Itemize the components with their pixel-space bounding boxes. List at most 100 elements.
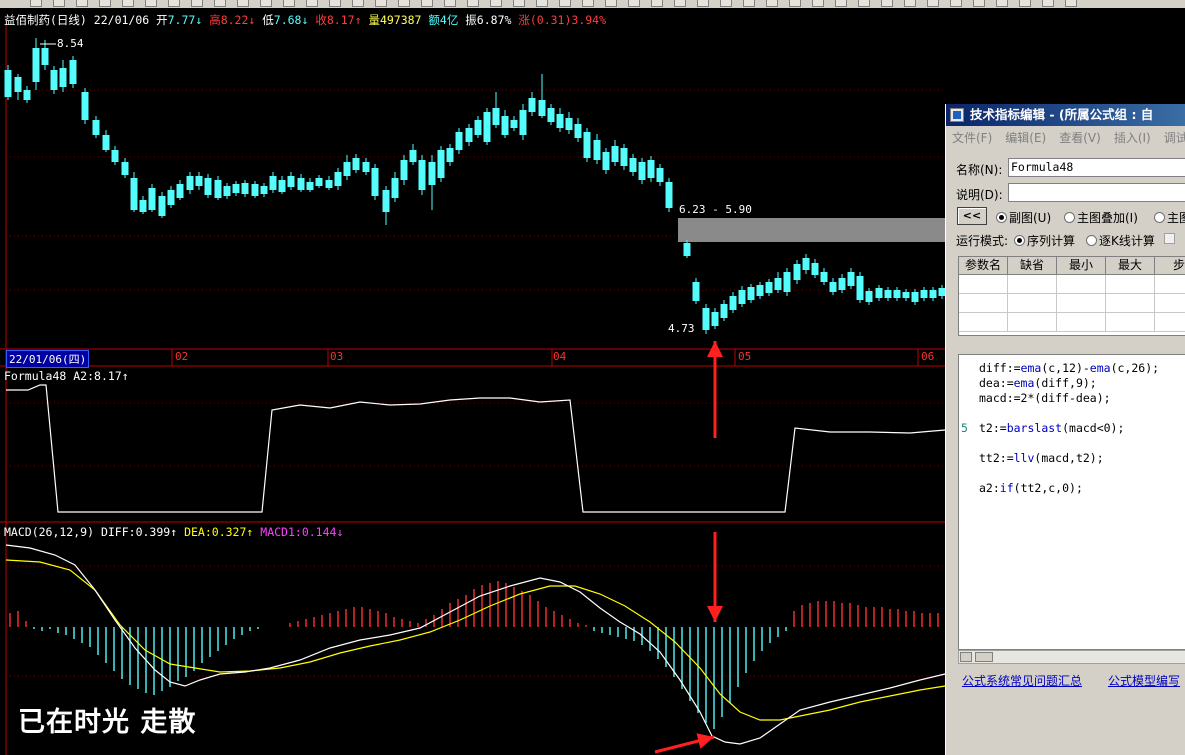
toolbar-button[interactable] (260, 0, 272, 7)
toolbar-button[interactable] (490, 0, 502, 7)
toolbar-button[interactable] (789, 0, 801, 7)
view-option-overlay[interactable]: 主图叠加(I) (1064, 209, 1138, 226)
toolbar-button[interactable] (76, 0, 88, 7)
view-option-subchart[interactable]: 副图(U) (996, 209, 1051, 226)
macd-label: MACD1: (260, 525, 302, 539)
date-tick: 02 (175, 350, 189, 363)
toolbar-button[interactable] (1019, 0, 1031, 7)
candle-body (811, 263, 819, 275)
run-mode-sequence[interactable]: 序列计算 (1014, 232, 1075, 249)
toolbar-button[interactable] (605, 0, 617, 7)
toolbar-button[interactable] (513, 0, 525, 7)
toolbar-button[interactable] (904, 0, 916, 7)
gap-band (678, 218, 945, 242)
run-mode-perbar[interactable]: 逐K线计算 (1086, 232, 1155, 249)
candle-body (583, 132, 591, 158)
toolbar-button[interactable] (352, 0, 364, 7)
candle-body (148, 188, 156, 210)
faq-link[interactable]: 公式系统常见问题汇总 (962, 672, 1082, 689)
current-date-label: 22/01/06(四) (6, 350, 90, 368)
toolbar-button[interactable] (421, 0, 433, 7)
toolbar-button[interactable] (651, 0, 663, 7)
toolbar-button[interactable] (697, 0, 709, 7)
toolbar-button[interactable] (398, 0, 410, 7)
radio-sequence-icon[interactable] (1014, 235, 1025, 246)
toolbar-button[interactable] (812, 0, 824, 7)
amplitude-label: 振 (465, 13, 477, 27)
menu-insert[interactable]: 插入(I) (1114, 129, 1151, 146)
toolbar-button[interactable] (191, 0, 203, 7)
toolbar-button[interactable] (214, 0, 226, 7)
toolbar-button[interactable] (582, 0, 594, 7)
toolbar-button[interactable] (444, 0, 456, 7)
candle-body (765, 282, 773, 293)
toolbar-button[interactable] (168, 0, 180, 7)
radio-perbar-icon[interactable] (1086, 235, 1097, 246)
toolbar-button[interactable] (237, 0, 249, 7)
toolbar-button[interactable] (1065, 0, 1077, 7)
horizontal-scrollbar[interactable] (958, 650, 1185, 664)
scroll-thumb[interactable] (975, 652, 993, 662)
open-value: 7.77 (167, 13, 196, 27)
candle-body (223, 186, 231, 196)
indicator-editor-dialog[interactable]: 技术指标编辑 - (所属公式组 : 自 文件(F) 编辑(E) 查看(V) 插入… (945, 104, 1185, 755)
toolbar-button[interactable] (283, 0, 295, 7)
candle-body (391, 178, 399, 198)
toolbar-button[interactable] (674, 0, 686, 7)
desc-input[interactable] (1008, 183, 1185, 202)
candle-body (334, 172, 342, 186)
name-input[interactable]: Formula48 (1008, 158, 1185, 177)
toolbar-button[interactable] (99, 0, 111, 7)
radio-main-icon[interactable] (1154, 212, 1165, 223)
toolbar-button[interactable] (53, 0, 65, 7)
toolbar-button[interactable] (835, 0, 847, 7)
toolbar-button[interactable] (467, 0, 479, 7)
menu-edit[interactable]: 编辑(E) (1005, 129, 1046, 146)
menu-file[interactable]: 文件(F) (952, 129, 992, 146)
code-line: macd:=2*(diff-dea); (979, 391, 1111, 405)
collapse-button[interactable]: << (957, 207, 987, 225)
toolbar-button[interactable] (559, 0, 571, 7)
scroll-left-icon[interactable] (960, 652, 972, 662)
radio-subchart-icon[interactable] (996, 212, 1007, 223)
menu-debug[interactable]: 调试 (1164, 129, 1185, 146)
toolbar-button[interactable] (628, 0, 640, 7)
toolbar-button[interactable] (720, 0, 732, 7)
toolbar-button[interactable] (329, 0, 341, 7)
toolbar-button[interactable] (536, 0, 548, 7)
toolbar-button[interactable] (927, 0, 939, 7)
menu-view[interactable]: 查看(V) (1059, 129, 1101, 146)
table-row[interactable] (959, 275, 1185, 294)
dialog-menu-bar: 文件(F) 编辑(E) 查看(V) 插入(I) 调试 (946, 126, 1185, 148)
formula-code-editor[interactable]: diff:=ema(c,12)-ema(c,26); dea:=ema(diff… (958, 354, 1185, 650)
table-row[interactable] (959, 313, 1185, 332)
toolbar-button[interactable] (996, 0, 1008, 7)
toolbar-button[interactable] (858, 0, 870, 7)
toolbar-button[interactable] (881, 0, 893, 7)
toolbar-button[interactable] (122, 0, 134, 7)
toolbar-button[interactable] (145, 0, 157, 7)
main-info-bar: 益佰制药(日线) 22/01/06 开7.77↓ 高8.22↓ 低7.68↓ 收… (4, 13, 606, 27)
table-row[interactable] (959, 294, 1185, 313)
watermark-text: 已在时光 走散 (18, 707, 197, 738)
view-option-main[interactable]: 主图 (1154, 209, 1185, 226)
gap-range-label: 6.23 - 5.90 (679, 203, 752, 216)
param-table[interactable]: 参数名 缺省 最小 最大 步 (958, 256, 1185, 336)
option-checkbox[interactable] (1164, 232, 1177, 246)
toolbar-button[interactable] (766, 0, 778, 7)
toolbar-button[interactable] (743, 0, 755, 7)
toolbar-button[interactable] (375, 0, 387, 7)
toolbar-button[interactable] (950, 0, 962, 7)
toolbar-button[interactable] (1042, 0, 1054, 7)
checkbox-icon[interactable] (1164, 233, 1175, 244)
toolbar-button[interactable] (306, 0, 318, 7)
candle-body (793, 264, 801, 280)
candle-body (483, 112, 491, 142)
param-col-header: 最大 (1106, 257, 1155, 274)
toolbar-button[interactable] (30, 0, 42, 7)
candle-body (287, 176, 295, 187)
dialog-titlebar[interactable]: 技术指标编辑 - (所属公式组 : 自 (946, 104, 1185, 126)
radio-overlay-icon[interactable] (1064, 212, 1075, 223)
formula-guide-link[interactable]: 公式模型编写 (1108, 672, 1180, 689)
toolbar-button[interactable] (973, 0, 985, 7)
